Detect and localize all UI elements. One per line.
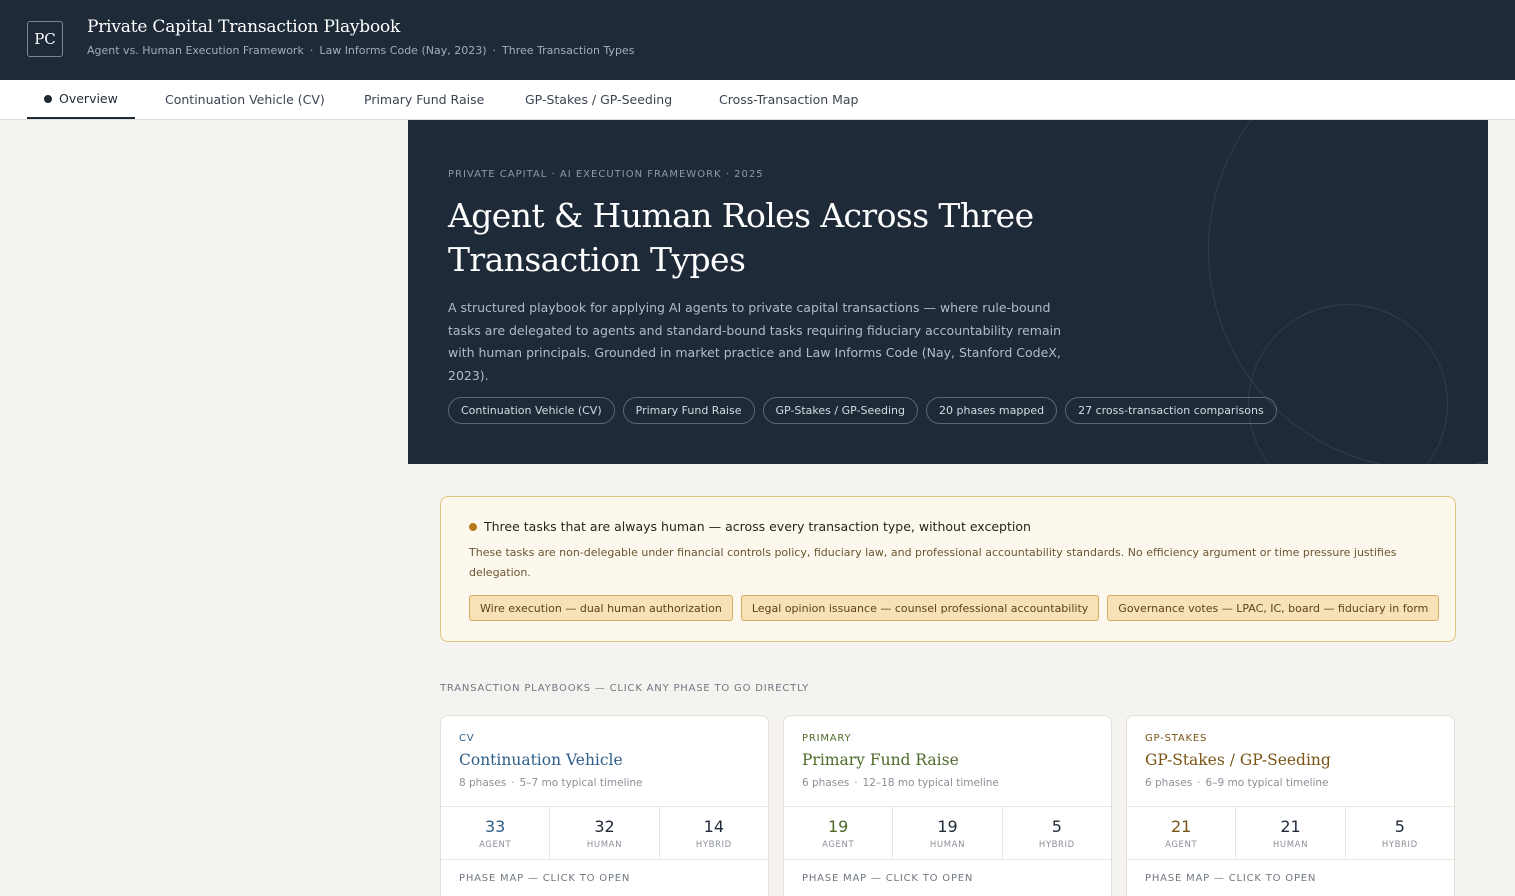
subtitle-source: Law Informs Code (Nay, 2023) [319,44,487,57]
card-timeline: 12–18 mo typical timeline [862,777,999,789]
hero-eyebrow: PRIVATE CAPITAL · AI EXECUTION FRAMEWORK… [448,169,764,180]
card-phases: 6 phases [802,777,850,789]
phase-map-label: PHASE MAP — CLICK TO OPEN [459,873,631,884]
card-tag: GP-STAKES [1145,733,1208,744]
stat-human-label: HUMAN [586,840,623,850]
card-meta: 6 phases · 12–18 mo typical timeline [802,777,999,789]
chip-gp-stakes: GP-Stakes / GP-Seeding [762,397,918,424]
meta-separator: · [1197,777,1201,789]
stat-human-value: 19 [937,817,958,836]
stat-agent: 19 AGENT [784,807,894,859]
tab-gp-stakes[interactable]: GP-Stakes / GP-Seeding [525,80,672,119]
playbook-card-cv[interactable]: CV Continuation Vehicle 8 phases · 5–7 mo … [440,715,769,896]
card-title[interactable]: GP-Stakes / GP-Seeding [1145,751,1331,769]
stat-hybrid: 5 HYBRID [1346,807,1454,859]
pill-legal-opinion: Legal opinion issuance — counsel profess… [740,595,1100,621]
notice-pills: Wire execution — dual human authorizatio… [469,595,1440,621]
playbook-card-primary[interactable]: PRIMARY Primary Fund Raise 6 phases · 12–1… [783,715,1112,896]
stat-human-value: 21 [1280,817,1301,836]
stat-hybrid-value: 14 [703,817,724,836]
stat-hybrid: 14 HYBRID [660,807,768,859]
stat-agent-label: AGENT [479,840,512,850]
pill-governance-votes: Governance votes — LPAC, IC, board — fid… [1107,595,1440,621]
card-meta: 8 phases · 5–7 mo typical timeline [459,777,643,789]
chip-phases-count: 20 phases mapped [926,397,1058,424]
card-phases: 8 phases [459,777,507,789]
stat-agent-label: AGENT [1165,840,1198,850]
tab-label: Primary Fund Raise [364,92,485,107]
subtitle-separator: · [492,44,497,57]
app-title: Private Capital Transaction Playbook [87,17,401,37]
hero-title: Agent & Human Roles Across Three Transac… [448,196,1034,279]
phase-map-label: PHASE MAP — CLICK TO OPEN [1145,873,1317,884]
stat-agent-label: AGENT [822,840,855,850]
tab-cross-transaction-map[interactable]: Cross-Transaction Map [719,80,859,119]
chip-cv: Continuation Vehicle (CV) [448,397,615,424]
stat-agent-value: 33 [484,817,506,836]
pill-wire-execution: Wire execution — dual human authorizatio… [469,595,733,621]
stat-agent-value: 19 [827,817,849,836]
stat-hybrid-label: HYBRID [1381,840,1418,850]
card-timeline: 5–7 mo typical timeline [519,777,643,789]
card-phases: 6 phases [1145,777,1193,789]
section-label: TRANSACTION PLAYBOOKS — CLICK ANY PHASE … [440,683,810,694]
subtitle-separator: · [309,44,314,57]
card-title[interactable]: Primary Fund Raise [802,751,959,769]
tab-primary-fund-raise[interactable]: Primary Fund Raise [364,80,484,119]
app-header: PC Private Capital Transaction Playbook … [0,0,1515,80]
phase-map-label: PHASE MAP — CLICK TO OPEN [802,873,974,884]
subtitle-framework: Agent vs. Human Execution Framework [87,44,304,57]
notice-heading: Three tasks that are always human — acro… [469,519,1031,534]
stat-human-label: HUMAN [929,840,966,850]
stat-human: 32 HUMAN [550,807,660,859]
tab-continuation-vehicle[interactable]: Continuation Vehicle (CV) [165,80,325,119]
tab-label: Cross-Transaction Map [719,92,859,107]
stat-human-label: HUMAN [1272,840,1309,850]
meta-separator: · [854,777,858,789]
always-human-notice: Three tasks that are always human — acro… [440,496,1456,642]
stat-human-value: 32 [594,817,615,836]
hero-chips: Continuation Vehicle (CV) Primary Fund R… [448,397,1277,424]
stat-agent: 21 AGENT [1127,807,1237,859]
notice-body: These tasks are non-delegable under fina… [469,546,1397,579]
card-stats: 19 AGENT 19 HUMAN 5 HYBRID [784,806,1111,860]
stat-human: 21 HUMAN [1236,807,1346,859]
chip-comparisons-count: 27 cross-transaction comparisons [1065,397,1277,424]
stat-human: 19 HUMAN [893,807,1003,859]
notice-heading-text: Three tasks that are always human — acro… [484,519,1031,534]
tab-overview[interactable]: Overview [27,80,135,119]
card-timeline: 6–9 mo typical timeline [1205,777,1329,789]
tab-label: GP-Stakes / GP-Seeding [525,92,673,107]
app-subtitle: Agent vs. Human Execution Framework · Law … [87,44,634,57]
stat-hybrid: 5 HYBRID [1003,807,1111,859]
playbook-card-gp-stakes[interactable]: GP-STAKES GP-Stakes / GP-Seeding 6 phase… [1126,715,1455,896]
logo[interactable]: PC [27,21,63,57]
tab-bar: Overview Continuation Vehicle (CV) Prima… [0,80,1515,120]
stat-hybrid-value: 5 [1394,817,1405,836]
stat-agent: 33 AGENT [441,807,551,859]
card-meta: 6 phases · 6–9 mo typical timeline [1145,777,1329,789]
stat-hybrid-label: HYBRID [695,840,732,850]
card-tag: CV [459,733,475,744]
subtitle-scope: Three Transaction Types [502,44,635,57]
card-tag: PRIMARY [802,733,852,744]
stat-hybrid-value: 5 [1051,817,1062,836]
hero-description: A structured playbook for applying AI ag… [448,300,1062,383]
card-stats: 33 AGENT 32 HUMAN 14 HYBRID [441,806,768,860]
chip-primary: Primary Fund Raise [622,397,755,424]
card-stats: 21 AGENT 21 HUMAN 5 HYBRID [1127,806,1454,860]
stat-agent-value: 21 [1170,817,1192,836]
stat-hybrid-label: HYBRID [1038,840,1075,850]
card-title[interactable]: Continuation Vehicle [459,751,623,769]
tab-label: Overview [59,91,118,106]
active-dot-icon [44,94,52,103]
tab-label: Continuation Vehicle (CV) [165,92,325,107]
meta-separator: · [511,777,515,789]
hero-banner: PRIVATE CAPITAL · AI EXECUTION FRAMEWORK… [408,120,1488,464]
notice-dot-icon [469,522,477,531]
